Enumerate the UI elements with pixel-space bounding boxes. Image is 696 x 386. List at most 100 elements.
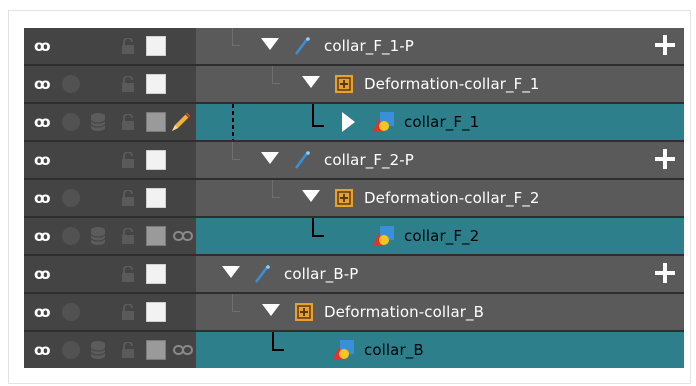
collapse-arrow-icon[interactable]	[262, 304, 280, 316]
lock-icon[interactable]	[121, 38, 135, 54]
dot-icon[interactable]	[62, 341, 80, 359]
tree-line	[312, 235, 324, 237]
peg-icon	[295, 151, 310, 169]
dot-icon[interactable]	[62, 75, 80, 93]
eye-icon[interactable]: ꝏ	[34, 74, 54, 94]
layer-name: collar_F_2-P	[324, 151, 414, 169]
tree-line	[232, 159, 240, 160]
drawing-layer-icon	[373, 112, 394, 131]
eye-icon[interactable]: ꝏ	[34, 188, 54, 208]
database-icon[interactable]	[90, 112, 106, 132]
svg-text:ꝏ: ꝏ	[34, 113, 51, 131]
plus-icon[interactable]	[654, 262, 676, 284]
lock-icon[interactable]	[121, 76, 135, 92]
deformation-group-icon	[335, 75, 353, 93]
layer-name-area[interactable]: Deformation-collar_F_2	[196, 180, 684, 216]
lock-icon[interactable]	[121, 152, 135, 168]
tree-line	[272, 349, 284, 351]
layer-name-area[interactable]: collar_F_1-P	[196, 28, 684, 64]
color-swatch-icon[interactable]	[146, 340, 166, 360]
layer-controls: ꝏ	[24, 104, 196, 140]
color-swatch-icon[interactable]	[146, 74, 166, 94]
eye-icon[interactable]: ꝏ	[34, 340, 54, 360]
layer-row[interactable]: ꝏ collar_B-P	[24, 256, 684, 292]
color-swatch-icon[interactable]	[146, 302, 166, 322]
eye-icon[interactable]: ꝏ	[34, 150, 54, 170]
deformation-group-icon	[335, 189, 353, 207]
tree-line	[312, 218, 314, 236]
layer-controls: ꝏ	[24, 66, 196, 102]
lock-icon[interactable]	[121, 342, 135, 358]
svg-text:ꝏ: ꝏ	[34, 227, 51, 245]
lock-icon[interactable]	[121, 114, 135, 130]
collapse-arrow-icon[interactable]	[302, 190, 320, 202]
layer-row[interactable]: ꝏ Deformation-collar_B	[24, 294, 684, 330]
dot-icon[interactable]	[62, 113, 80, 131]
tree-line	[312, 125, 324, 127]
layer-name-area[interactable]: collar_F_2	[196, 218, 684, 254]
database-icon[interactable]	[90, 226, 106, 246]
dot-icon[interactable]	[62, 303, 80, 321]
layer-name-area[interactable]: Deformation-collar_B	[196, 294, 684, 330]
layer-controls: ꝏ	[24, 142, 196, 178]
tree-line	[272, 83, 280, 84]
tree-line	[232, 104, 234, 140]
lock-icon[interactable]	[121, 266, 135, 282]
layer-name: collar_F_1	[404, 113, 480, 131]
layer-controls: ꝏ	[24, 294, 196, 330]
layer-row[interactable]: ꝏ collar_F_1	[24, 104, 684, 140]
tree-line	[272, 332, 274, 350]
svg-text:ꝏ: ꝏ	[34, 303, 51, 321]
layer-row[interactable]: ꝏ Deformation-collar_F_1	[24, 66, 684, 102]
eye-icon[interactable]: ꝏ	[34, 302, 54, 322]
dot-icon[interactable]	[62, 189, 80, 207]
layer-name: Deformation-collar_B	[324, 303, 484, 321]
drawing-layer-icon	[373, 226, 394, 245]
layer-name: collar_B	[364, 341, 424, 359]
layer-row[interactable]: ꝏ Deformation-collar_F_2	[24, 180, 684, 216]
layer-row[interactable]: ꝏ collar_F_2	[24, 218, 684, 254]
link-icon[interactable]	[173, 343, 193, 357]
color-swatch-icon[interactable]	[146, 188, 166, 208]
lock-icon[interactable]	[121, 228, 135, 244]
tree-line	[272, 180, 273, 198]
eye-icon[interactable]: ꝏ	[34, 264, 54, 284]
svg-text:ꝏ: ꝏ	[34, 75, 51, 93]
layer-name-area[interactable]: collar_F_2-P	[196, 142, 684, 178]
color-swatch-icon[interactable]	[146, 112, 166, 132]
layer-name-area[interactable]: Deformation-collar_F_1	[196, 66, 684, 102]
eye-icon[interactable]: ꝏ	[34, 36, 54, 56]
dot-icon[interactable]	[62, 227, 80, 245]
color-swatch-icon[interactable]	[146, 36, 166, 56]
color-swatch-icon[interactable]	[146, 150, 166, 170]
link-icon[interactable]	[173, 229, 193, 243]
collapse-arrow-icon[interactable]	[302, 76, 320, 88]
layer-row[interactable]: ꝏ collar_F_1-P	[24, 28, 684, 64]
collapse-arrow-icon[interactable]	[222, 266, 240, 278]
layer-controls: ꝏ	[24, 180, 196, 216]
color-swatch-icon[interactable]	[146, 264, 166, 284]
plus-icon[interactable]	[654, 34, 676, 56]
collapse-arrow-icon[interactable]	[261, 152, 279, 164]
lock-icon[interactable]	[121, 304, 135, 320]
plus-icon[interactable]	[654, 148, 676, 170]
layer-name-area[interactable]: collar_B-P	[196, 256, 684, 292]
eye-icon[interactable]: ꝏ	[34, 112, 54, 132]
layer-controls: ꝏ	[24, 332, 196, 368]
color-swatch-icon[interactable]	[146, 226, 166, 246]
layer-controls: ꝏ	[24, 256, 196, 292]
collapse-arrow-icon[interactable]	[261, 38, 279, 50]
layer-name-area[interactable]: collar_B	[196, 332, 684, 368]
pencil-icon[interactable]	[169, 110, 193, 134]
layer-name: collar_B-P	[284, 265, 359, 283]
expand-arrow-icon[interactable]	[342, 112, 355, 132]
layer-name-area[interactable]: collar_F_1	[196, 104, 684, 140]
layer-row[interactable]: ꝏ collar_B	[24, 332, 684, 368]
database-icon[interactable]	[90, 340, 106, 360]
svg-text:ꝏ: ꝏ	[34, 189, 51, 207]
timeline-layers-panel: ꝏ collar_F_1-P ꝏ Deformation-collar_F_1	[24, 28, 684, 368]
layer-row[interactable]: ꝏ collar_F_2-P	[24, 142, 684, 178]
svg-text:ꝏ: ꝏ	[34, 341, 51, 359]
eye-icon[interactable]: ꝏ	[34, 226, 54, 246]
lock-icon[interactable]	[121, 190, 135, 206]
